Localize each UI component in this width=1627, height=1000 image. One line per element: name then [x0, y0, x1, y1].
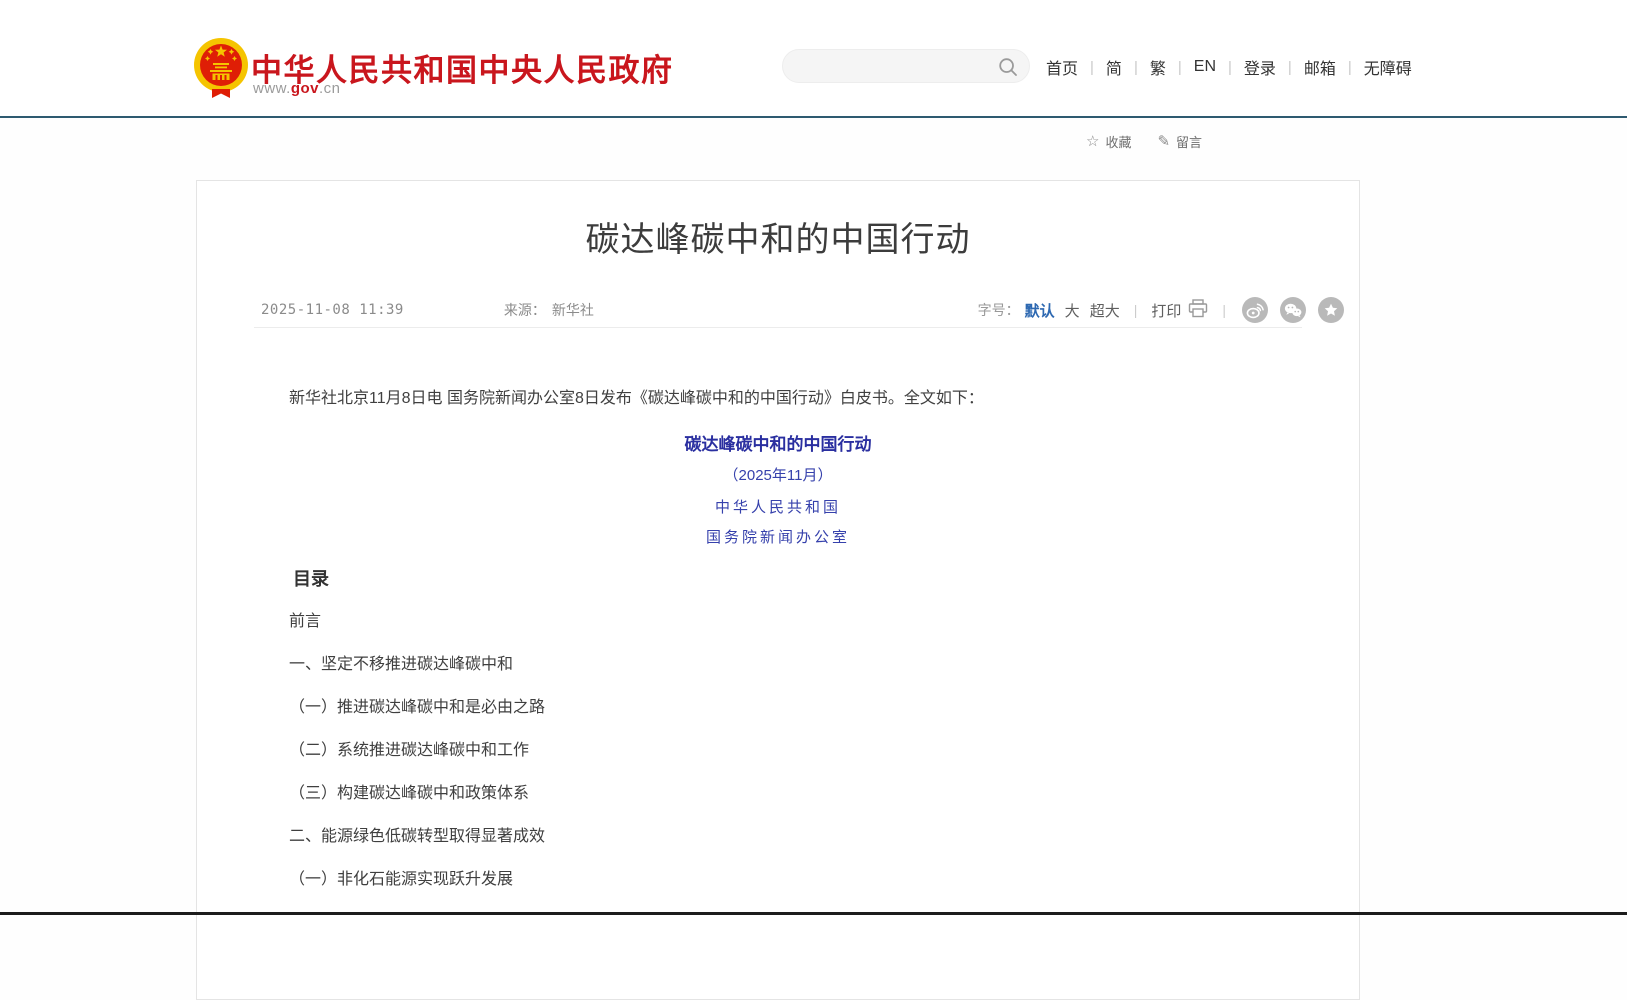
print-button[interactable]: 打印 [1151, 299, 1208, 322]
source-label: 来源： [504, 300, 546, 320]
pencil-icon: ✎ [1157, 134, 1170, 149]
share-wechat-button[interactable] [1280, 297, 1306, 323]
comment-button[interactable]: ✎ 留言 [1157, 132, 1202, 151]
page-actions: ☆ 收藏 ✎ 留言 [1086, 132, 1202, 151]
meta-separator: | [1134, 302, 1138, 318]
site-header: 中华人民共和国中央人民政府 www.gov.cn 首页 | 简 | 繁 | EN… [0, 0, 1627, 118]
national-emblem-logo[interactable] [189, 36, 253, 100]
meta-separator: | [1222, 302, 1226, 318]
site-url-gov: gov [291, 80, 319, 97]
document-date: （2025年11月） [257, 464, 1299, 488]
search-icon[interactable] [998, 57, 1018, 82]
nav-accessibility[interactable]: 无障碍 [1363, 55, 1413, 79]
fontsize-default-button[interactable]: 默认 [1025, 300, 1055, 321]
document-title: 碳达峰碳中和的中国行动 [257, 433, 1299, 457]
fontsize-label: 字号： [978, 300, 1020, 320]
favorite-label: 收藏 [1105, 132, 1131, 151]
nav-separator: | [1228, 59, 1232, 76]
share-buttons [1242, 297, 1344, 323]
weibo-icon [1242, 297, 1268, 323]
article-meta-tools: 字号： 默认 大 超大 | 打印 | [978, 293, 1344, 327]
toc-item-1-2: （二）系统推进碳达峰碳中和工作 [257, 739, 1299, 763]
nav-separator: | [1348, 59, 1352, 76]
toc-item-1-3: （三）构建碳达峰碳中和政策体系 [257, 782, 1299, 806]
nav-simplified[interactable]: 简 [1105, 55, 1123, 79]
nav-home[interactable]: 首页 [1045, 55, 1079, 79]
nav-separator: | [1090, 59, 1094, 76]
toc-item-1: 一、坚定不移推进碳达峰碳中和 [257, 653, 1299, 677]
share-more-button[interactable] [1318, 297, 1344, 323]
document-org-line1: 中华人民共和国 [257, 495, 1299, 519]
document-org-line2: 国务院新闻办公室 [257, 525, 1299, 549]
top-nav: 首页 | 简 | 繁 | EN | 登录 | 邮箱 | 无障碍 [1045, 54, 1413, 80]
site-url: www.gov.cn [253, 80, 341, 97]
article-title: 碳达峰碳中和的中国行动 [197, 181, 1359, 257]
article-content: 新华社北京11月8日电 国务院新闻办公室8日发布《碳达峰碳中和的中国行动》白皮书… [257, 329, 1299, 892]
toc-heading: 目录 [257, 567, 1299, 591]
search-input[interactable] [799, 51, 988, 83]
toc-item-preface: 前言 [257, 610, 1299, 634]
article-meta-left: 2025-11-08 11:39 来源： 新华社 [261, 293, 594, 327]
nav-traditional[interactable]: 繁 [1149, 55, 1167, 79]
printer-icon [1188, 299, 1208, 322]
nav-separator: | [1134, 59, 1138, 76]
toc-item-2: 二、能源绿色低碳转型取得显著成效 [257, 825, 1299, 849]
article-card: 碳达峰碳中和的中国行动 2025-11-08 11:39 来源： 新华社 字号：… [196, 180, 1360, 1000]
print-label: 打印 [1151, 300, 1181, 321]
fontsize-large-button[interactable]: 大 [1065, 300, 1080, 321]
nav-mail[interactable]: 邮箱 [1303, 55, 1337, 79]
nav-login[interactable]: 登录 [1243, 55, 1277, 79]
search-box [782, 49, 1030, 83]
publish-date: 2025-11-08 11:39 [261, 302, 404, 318]
wechat-icon [1280, 297, 1306, 323]
intro-paragraph: 新华社北京11月8日电 国务院新闻办公室8日发布《碳达峰碳中和的中国行动》白皮书… [257, 387, 1299, 411]
nav-english[interactable]: EN [1193, 58, 1217, 76]
comment-label: 留言 [1176, 132, 1202, 151]
toc-item-2-1: （一）非化石能源实现跃升发展 [257, 868, 1299, 892]
nav-separator: | [1178, 59, 1182, 76]
nav-separator: | [1288, 59, 1292, 76]
toc-item-1-1: （一）推进碳达峰碳中和是必由之路 [257, 696, 1299, 720]
star-outline-icon: ☆ [1086, 134, 1099, 149]
fontsize-xlarge-button[interactable]: 超大 [1090, 300, 1120, 321]
emblem-icon [189, 36, 253, 100]
source-value[interactable]: 新华社 [552, 300, 594, 320]
share-weibo-button[interactable] [1242, 297, 1268, 323]
favorite-button[interactable]: ☆ 收藏 [1086, 132, 1131, 151]
star-badge-icon [1318, 297, 1344, 323]
